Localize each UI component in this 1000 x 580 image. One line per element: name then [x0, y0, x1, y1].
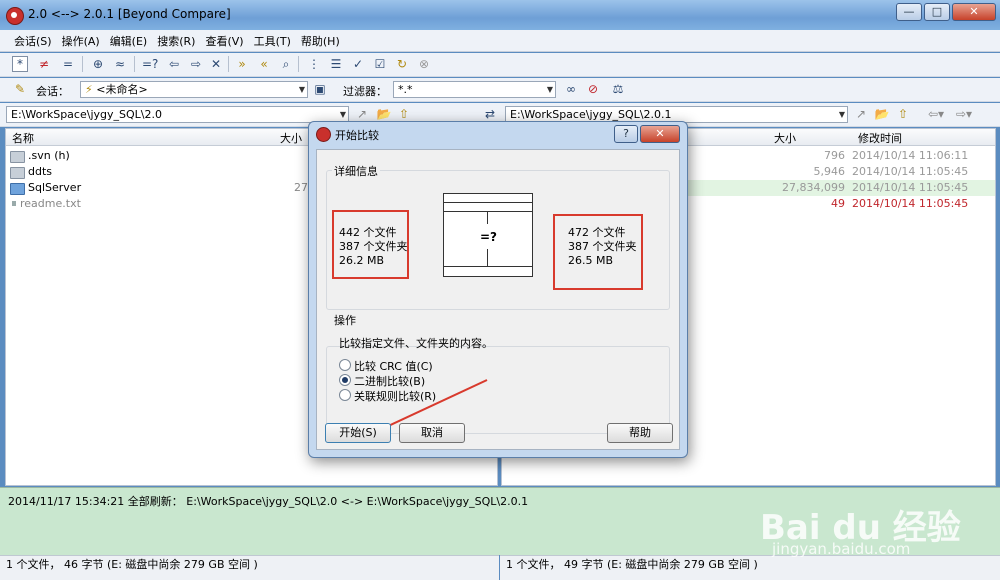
operations-group-title: 操作 [332, 312, 358, 328]
right-file-count: 472 个文件 [568, 226, 626, 239]
chevron-down-icon: ▼ [339, 110, 346, 119]
beyond-compare-logo-icon [6, 7, 24, 25]
menu-view[interactable]: 查看(V) [205, 33, 243, 49]
session-label: 会话： [36, 85, 69, 98]
stop-icon[interactable]: ⊗ [416, 56, 432, 72]
save-session-icon[interactable]: ▣ [312, 81, 328, 97]
start-button[interactable]: 开始(S) [325, 423, 391, 443]
filter-glasses-icon[interactable]: ∞ [563, 81, 579, 97]
session-wand-icon: ✎ [14, 82, 26, 96]
dialog-body: 详细信息 442 个文件 387 个文件夹 26.2 MB =? 472 个文件… [316, 149, 680, 450]
menu-tools[interactable]: 工具(T) [254, 33, 291, 49]
filter-label: 过滤器： [343, 85, 387, 98]
left-path-input[interactable]: E:\WorkSpace\jygy_SQL\2.0 ▼ [6, 106, 349, 123]
minor-icon[interactable]: ⊕ [90, 56, 106, 72]
right-status-bar: 1 个文件， 49 字节 (E: 磁盘中尚余 279 GB 空间 ) [500, 555, 1000, 580]
operations-description: 比较指定文件、文件夹的内容。 [339, 337, 493, 350]
right-folder-count: 387 个文件夹 [568, 240, 637, 253]
column-size[interactable]: 大小 [774, 130, 796, 146]
main-toolbar: * ≠ = ⊕ ≈ =? ⇦ ⇨ ✕ » « ⌕ ⋮ ☰ ✓ ☑ ↻ ⊗ [0, 53, 1000, 77]
menu-session[interactable]: 会话(S) [14, 33, 52, 49]
dialog-close-button[interactable]: ✕ [640, 125, 680, 143]
left-status-bar: 1 个文件， 46 字节 (E: 磁盘中尚余 279 GB 空间 ) [0, 555, 499, 580]
show-same-icon[interactable]: = [60, 56, 76, 72]
log-entry: 2014/11/17 15:34:21 全部刷新： E:\WorkSpace\j… [8, 495, 529, 508]
details-group-title: 详细信息 [332, 163, 380, 179]
chevron-down-icon: ▼ [546, 85, 553, 94]
chevron-down-icon: ▼ [838, 110, 845, 119]
left-open-folder-icon[interactable]: 📂 [376, 106, 392, 122]
swap-sides-icon[interactable]: ⇄ [482, 106, 498, 122]
right-open-folder-icon[interactable]: 📂 [874, 106, 890, 122]
start-compare-dialog: 开始比较 ? ✕ 详细信息 442 个文件 387 个文件夹 26.2 MB =… [308, 121, 688, 458]
menu-action[interactable]: 操作(A) [62, 33, 100, 49]
compare-symbol: =? [480, 230, 498, 244]
right-total-size: 26.5 MB [568, 254, 614, 267]
left-total-size: 26.2 MB [339, 254, 385, 267]
menu-edit[interactable]: 编辑(E) [110, 33, 148, 49]
help-button[interactable]: 帮助 [607, 423, 673, 443]
copy-right-icon[interactable]: ⇨ [188, 56, 204, 72]
show-diffs-icon[interactable]: ≠ [36, 56, 52, 72]
check-icon[interactable]: ✓ [350, 56, 366, 72]
dialog-help-button[interactable]: ? [614, 125, 638, 143]
left-folder-count: 387 个文件夹 [339, 240, 408, 253]
right-browse-icon[interactable]: ↗ [853, 106, 869, 122]
option-crc[interactable]: 比较 CRC 值(C) [339, 358, 479, 373]
session-select[interactable]: ⚡ <未命名> ▼ [80, 81, 308, 98]
column-size[interactable]: 大小 [280, 130, 302, 146]
menu-search[interactable]: 搜索(R) [157, 33, 195, 49]
copy-to-left-icon[interactable]: « [256, 56, 272, 72]
show-all-icon[interactable]: * [12, 56, 28, 72]
column-modified[interactable]: 修改时间 [858, 130, 902, 146]
cancel-button[interactable]: 取消 [399, 423, 465, 443]
title-bar: 2.0 <--> 2.0.1 [Beyond Compare] — □ ✕ [0, 0, 1000, 30]
session-toolbar: ✎ 会话： ⚡ <未命名> ▼ ▣ 过滤器： *.* ▼ ∞ ⊘ ⚖ [0, 78, 1000, 102]
dialog-title: 开始比较 [335, 129, 379, 142]
copy-to-right-icon[interactable]: » [234, 56, 250, 72]
scale-icon[interactable]: ⚖ [610, 81, 626, 97]
approx-icon[interactable]: ≈ [112, 56, 128, 72]
menu-help[interactable]: 帮助(H) [301, 33, 340, 49]
copy-left-icon[interactable]: ⇦ [166, 56, 182, 72]
beyond-compare-logo-icon [316, 127, 331, 142]
delete-icon[interactable]: ✕ [208, 56, 224, 72]
list-icon[interactable]: ☰ [328, 56, 344, 72]
window-title: 2.0 <--> 2.0.1 [Beyond Compare] [28, 7, 231, 21]
checklist-icon[interactable]: ☑ [372, 56, 388, 72]
binoculars-icon[interactable]: ⌕ [278, 56, 294, 72]
tree-icon[interactable]: ⋮ [306, 56, 322, 72]
maximize-button[interactable]: □ [924, 3, 950, 21]
left-up-folder-icon[interactable]: ⇧ [396, 106, 412, 122]
compare-icon[interactable]: =? [142, 56, 158, 72]
folder-icon [10, 167, 25, 179]
left-file-count: 442 个文件 [339, 226, 397, 239]
session-item-icon: ⚡ [85, 83, 97, 96]
back-icon[interactable]: ⇦▾ [922, 106, 950, 122]
minimize-button[interactable]: — [896, 3, 922, 21]
right-up-folder-icon[interactable]: ⇧ [895, 106, 911, 122]
column-name[interactable]: 名称 [12, 130, 34, 146]
filter-input[interactable]: *.* ▼ [393, 81, 556, 98]
file-icon [12, 201, 16, 206]
folder-icon [10, 183, 25, 195]
dialog-title-bar: 开始比较 ? ✕ [309, 122, 687, 146]
chevron-down-icon: ▼ [298, 85, 305, 94]
left-browse-icon[interactable]: ↗ [354, 106, 370, 122]
forward-icon[interactable]: ⇨▾ [950, 106, 978, 122]
menu-bar: 会话(S) 操作(A) 编辑(E) 搜索(R) 查看(V) 工具(T) 帮助(H… [0, 30, 1000, 52]
filter-off-icon[interactable]: ⊘ [585, 81, 601, 97]
folder-icon [10, 151, 25, 163]
radio-crc[interactable] [339, 359, 351, 371]
compare-diagram: =? [443, 193, 533, 277]
refresh-icon[interactable]: ↻ [394, 56, 410, 72]
baidu-watermark-url: jingyan.baidu.com [772, 540, 911, 558]
close-button[interactable]: ✕ [952, 3, 996, 21]
